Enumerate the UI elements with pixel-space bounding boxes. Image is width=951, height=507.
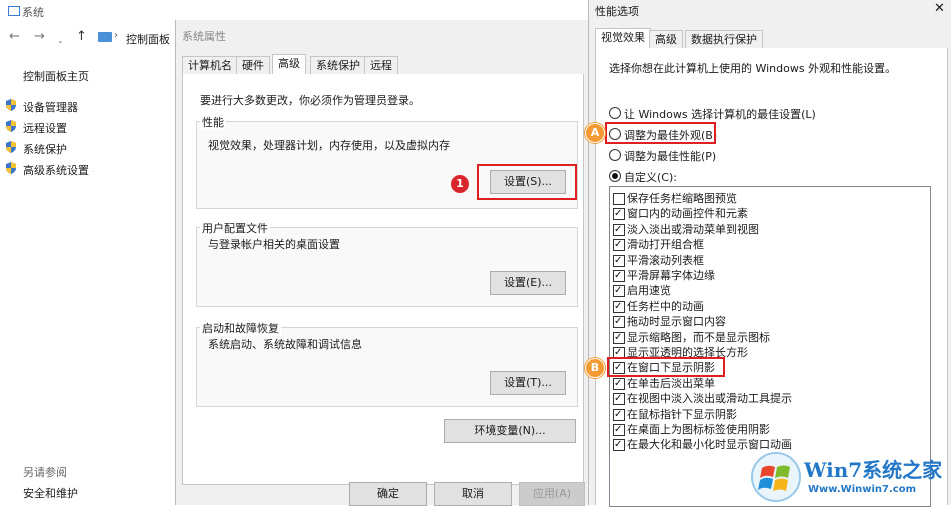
watermark-logo: Win7系统之家 Www.Winwin7.com bbox=[748, 450, 951, 505]
checkbox-label: 平滑屏幕字体边缘 bbox=[627, 269, 715, 282]
performance-desc: 视觉效果，处理器计划，内存使用，以及虚拟内存 bbox=[208, 139, 450, 152]
startup-recovery-settings-button[interactable]: 设置(T)... bbox=[490, 371, 566, 395]
shield-icon bbox=[6, 120, 16, 132]
sidebar-item-advanced-settings[interactable]: 高级系统设置 bbox=[5, 162, 89, 177]
cancel-button[interactable]: 取消 bbox=[434, 482, 512, 506]
windows-logo-icon bbox=[751, 452, 801, 502]
checkbox-checked[interactable] bbox=[613, 268, 625, 283]
checkbox-checked[interactable] bbox=[613, 314, 625, 329]
checkbox-label: 保存任务栏缩略图预览 bbox=[627, 192, 737, 205]
system-window-title: 系统 bbox=[22, 6, 44, 19]
control-panel-icon bbox=[98, 32, 112, 42]
breadcrumb-control-panel[interactable]: 控制面板 bbox=[126, 31, 170, 47]
sidebar-item-label: 设备管理器 bbox=[23, 101, 78, 114]
sidebar-item-label: 系统保护 bbox=[23, 143, 67, 156]
checkbox-unchecked[interactable] bbox=[613, 193, 625, 205]
checkbox-label: 在鼠标指针下显示阴影 bbox=[627, 407, 737, 421]
security-maintenance-link[interactable]: 安全和维护 bbox=[23, 485, 78, 501]
checkbox-label: 拖动时显示窗口内容 bbox=[627, 315, 726, 329]
up-arrow-icon[interactable]: ↑ bbox=[76, 29, 87, 44]
user-profiles-settings-button[interactable]: 设置(E)... bbox=[490, 271, 566, 295]
step-marker-1: 1 bbox=[451, 175, 469, 193]
shield-icon bbox=[6, 162, 16, 174]
marker-b: B bbox=[585, 358, 605, 378]
system-window: 系统 ← → ⌄ ↑ › 控制面板 控制面板主页 设备管理器 远程设置 系统保护… bbox=[0, 0, 175, 505]
checkbox-checked[interactable] bbox=[613, 330, 625, 345]
tab-perf-advanced[interactable]: 高级 bbox=[649, 30, 683, 49]
tab-strip: 计算机名 硬件 高级 系统保护 远程 bbox=[182, 54, 583, 76]
radio-button-selected[interactable] bbox=[609, 170, 621, 182]
highlight-box-window-shadow bbox=[607, 357, 725, 377]
radio-label: 自定义(C): bbox=[624, 171, 677, 184]
dropdown-arrow-icon[interactable]: ⌄ bbox=[57, 36, 64, 45]
environment-variables-button[interactable]: 环境变量(N)... bbox=[444, 419, 576, 443]
radio-button[interactable] bbox=[609, 149, 621, 161]
checkbox-checked[interactable] bbox=[613, 253, 625, 268]
tab-system-protection[interactable]: 系统保护 bbox=[310, 56, 366, 75]
radio-button[interactable] bbox=[609, 107, 621, 119]
tab-advanced[interactable]: 高级 bbox=[272, 54, 306, 76]
checkbox-checked[interactable] bbox=[613, 391, 625, 406]
dialog-title: 系统属性 bbox=[182, 30, 226, 43]
checkbox-checked[interactable] bbox=[613, 376, 625, 391]
sidebar-item-label: 远程设置 bbox=[23, 122, 67, 135]
visual-effects-intro: 选择你想在此计算机上使用的 Windows 外观和性能设置。 bbox=[609, 62, 897, 75]
performance-group-label: 性能 bbox=[200, 114, 226, 130]
checkbox-checked[interactable] bbox=[613, 222, 625, 237]
checkbox-label: 窗口内的动画控件和元素 bbox=[627, 207, 748, 221]
checkbox-checked[interactable] bbox=[613, 283, 625, 298]
performance-options-dialog: 性能选项 ✕ 视觉效果 高级 数据执行保护 选择你想在此计算机上使用的 Wind… bbox=[585, 0, 951, 507]
checkbox-label: 滑动打开组合框 bbox=[627, 238, 704, 252]
highlight-box-best-appearance bbox=[605, 122, 716, 144]
ok-button[interactable]: 确定 bbox=[349, 482, 427, 506]
checkbox-label: 在桌面上为图标标签使用阴影 bbox=[627, 423, 770, 436]
back-arrow-icon[interactable]: ← bbox=[9, 29, 20, 44]
shield-icon bbox=[6, 141, 16, 153]
checkbox-checked[interactable] bbox=[613, 299, 625, 314]
tab-hardware[interactable]: 硬件 bbox=[236, 56, 270, 75]
breadcrumb-chevron-icon[interactable]: › bbox=[114, 30, 118, 41]
tab-dep[interactable]: 数据执行保护 bbox=[685, 30, 763, 49]
checkbox-checked[interactable] bbox=[613, 407, 625, 422]
see-also-heading: 另请参阅 bbox=[23, 466, 67, 479]
checkbox-label: 任务栏中的动画 bbox=[627, 299, 704, 313]
tab-remote[interactable]: 远程 bbox=[364, 56, 398, 75]
watermark-brand: Win7系统之家 bbox=[804, 458, 943, 482]
user-profiles-group-label: 用户配置文件 bbox=[200, 220, 270, 236]
checkbox-label: 淡入淡出或滑动菜单到视图 bbox=[627, 222, 759, 236]
sidebar-item-remote-settings[interactable]: 远程设置 bbox=[5, 120, 67, 135]
checkbox-checked[interactable] bbox=[613, 437, 625, 452]
sidebar-home-link[interactable]: 控制面板主页 bbox=[23, 68, 89, 84]
checkbox-checked[interactable] bbox=[613, 422, 625, 437]
checkbox-label: 在单击后淡出菜单 bbox=[627, 376, 715, 390]
highlight-box-settings bbox=[477, 164, 577, 200]
watermark-url: Www.Winwin7.com bbox=[808, 484, 917, 495]
system-properties-dialog: 系统属性 计算机名 硬件 高级 系统保护 远程 要进行大多数更改，你必须作为管理… bbox=[175, 20, 589, 506]
sidebar-item-device-manager[interactable]: 设备管理器 bbox=[5, 99, 78, 114]
apply-button[interactable]: 应用(A) bbox=[519, 482, 585, 506]
checkbox-label: 在视图中淡入淡出或滑动工具提示 bbox=[627, 392, 792, 406]
forward-arrow-icon[interactable]: → bbox=[34, 29, 45, 44]
system-window-icon bbox=[8, 6, 20, 16]
checkbox-label: 平滑滚动列表框 bbox=[627, 253, 704, 267]
marker-a: A bbox=[585, 123, 605, 143]
shield-icon bbox=[6, 99, 16, 111]
tab-computer-name[interactable]: 计算机名 bbox=[182, 56, 238, 75]
sidebar-item-system-protection[interactable]: 系统保护 bbox=[5, 141, 67, 156]
checkbox-label: 启用速览 bbox=[627, 284, 671, 298]
user-profiles-desc: 与登录帐户相关的桌面设置 bbox=[208, 238, 340, 251]
sidebar-item-label: 高级系统设置 bbox=[23, 164, 89, 177]
startup-recovery-group-label: 启动和故障恢复 bbox=[200, 320, 281, 336]
checkbox-checked[interactable] bbox=[613, 237, 625, 252]
admin-notice: 要进行大多数更改，你必须作为管理员登录。 bbox=[200, 94, 420, 107]
radio-label: 让 Windows 选择计算机的最佳设置(L) bbox=[624, 108, 816, 121]
checkbox-checked[interactable] bbox=[613, 206, 625, 221]
checkbox-label: 显示缩略图，而不是显示图标 bbox=[627, 330, 770, 344]
tab-visual-effects[interactable]: 视觉效果 bbox=[595, 28, 651, 50]
perf-dialog-title: 性能选项 bbox=[595, 5, 639, 18]
close-icon[interactable]: ✕ bbox=[934, 1, 945, 16]
startup-recovery-desc: 系统启动、系统故障和调试信息 bbox=[208, 338, 362, 351]
radio-label: 调整为最佳性能(P) bbox=[624, 150, 717, 163]
perf-tab-strip: 视觉效果 高级 数据执行保护 bbox=[595, 28, 947, 50]
